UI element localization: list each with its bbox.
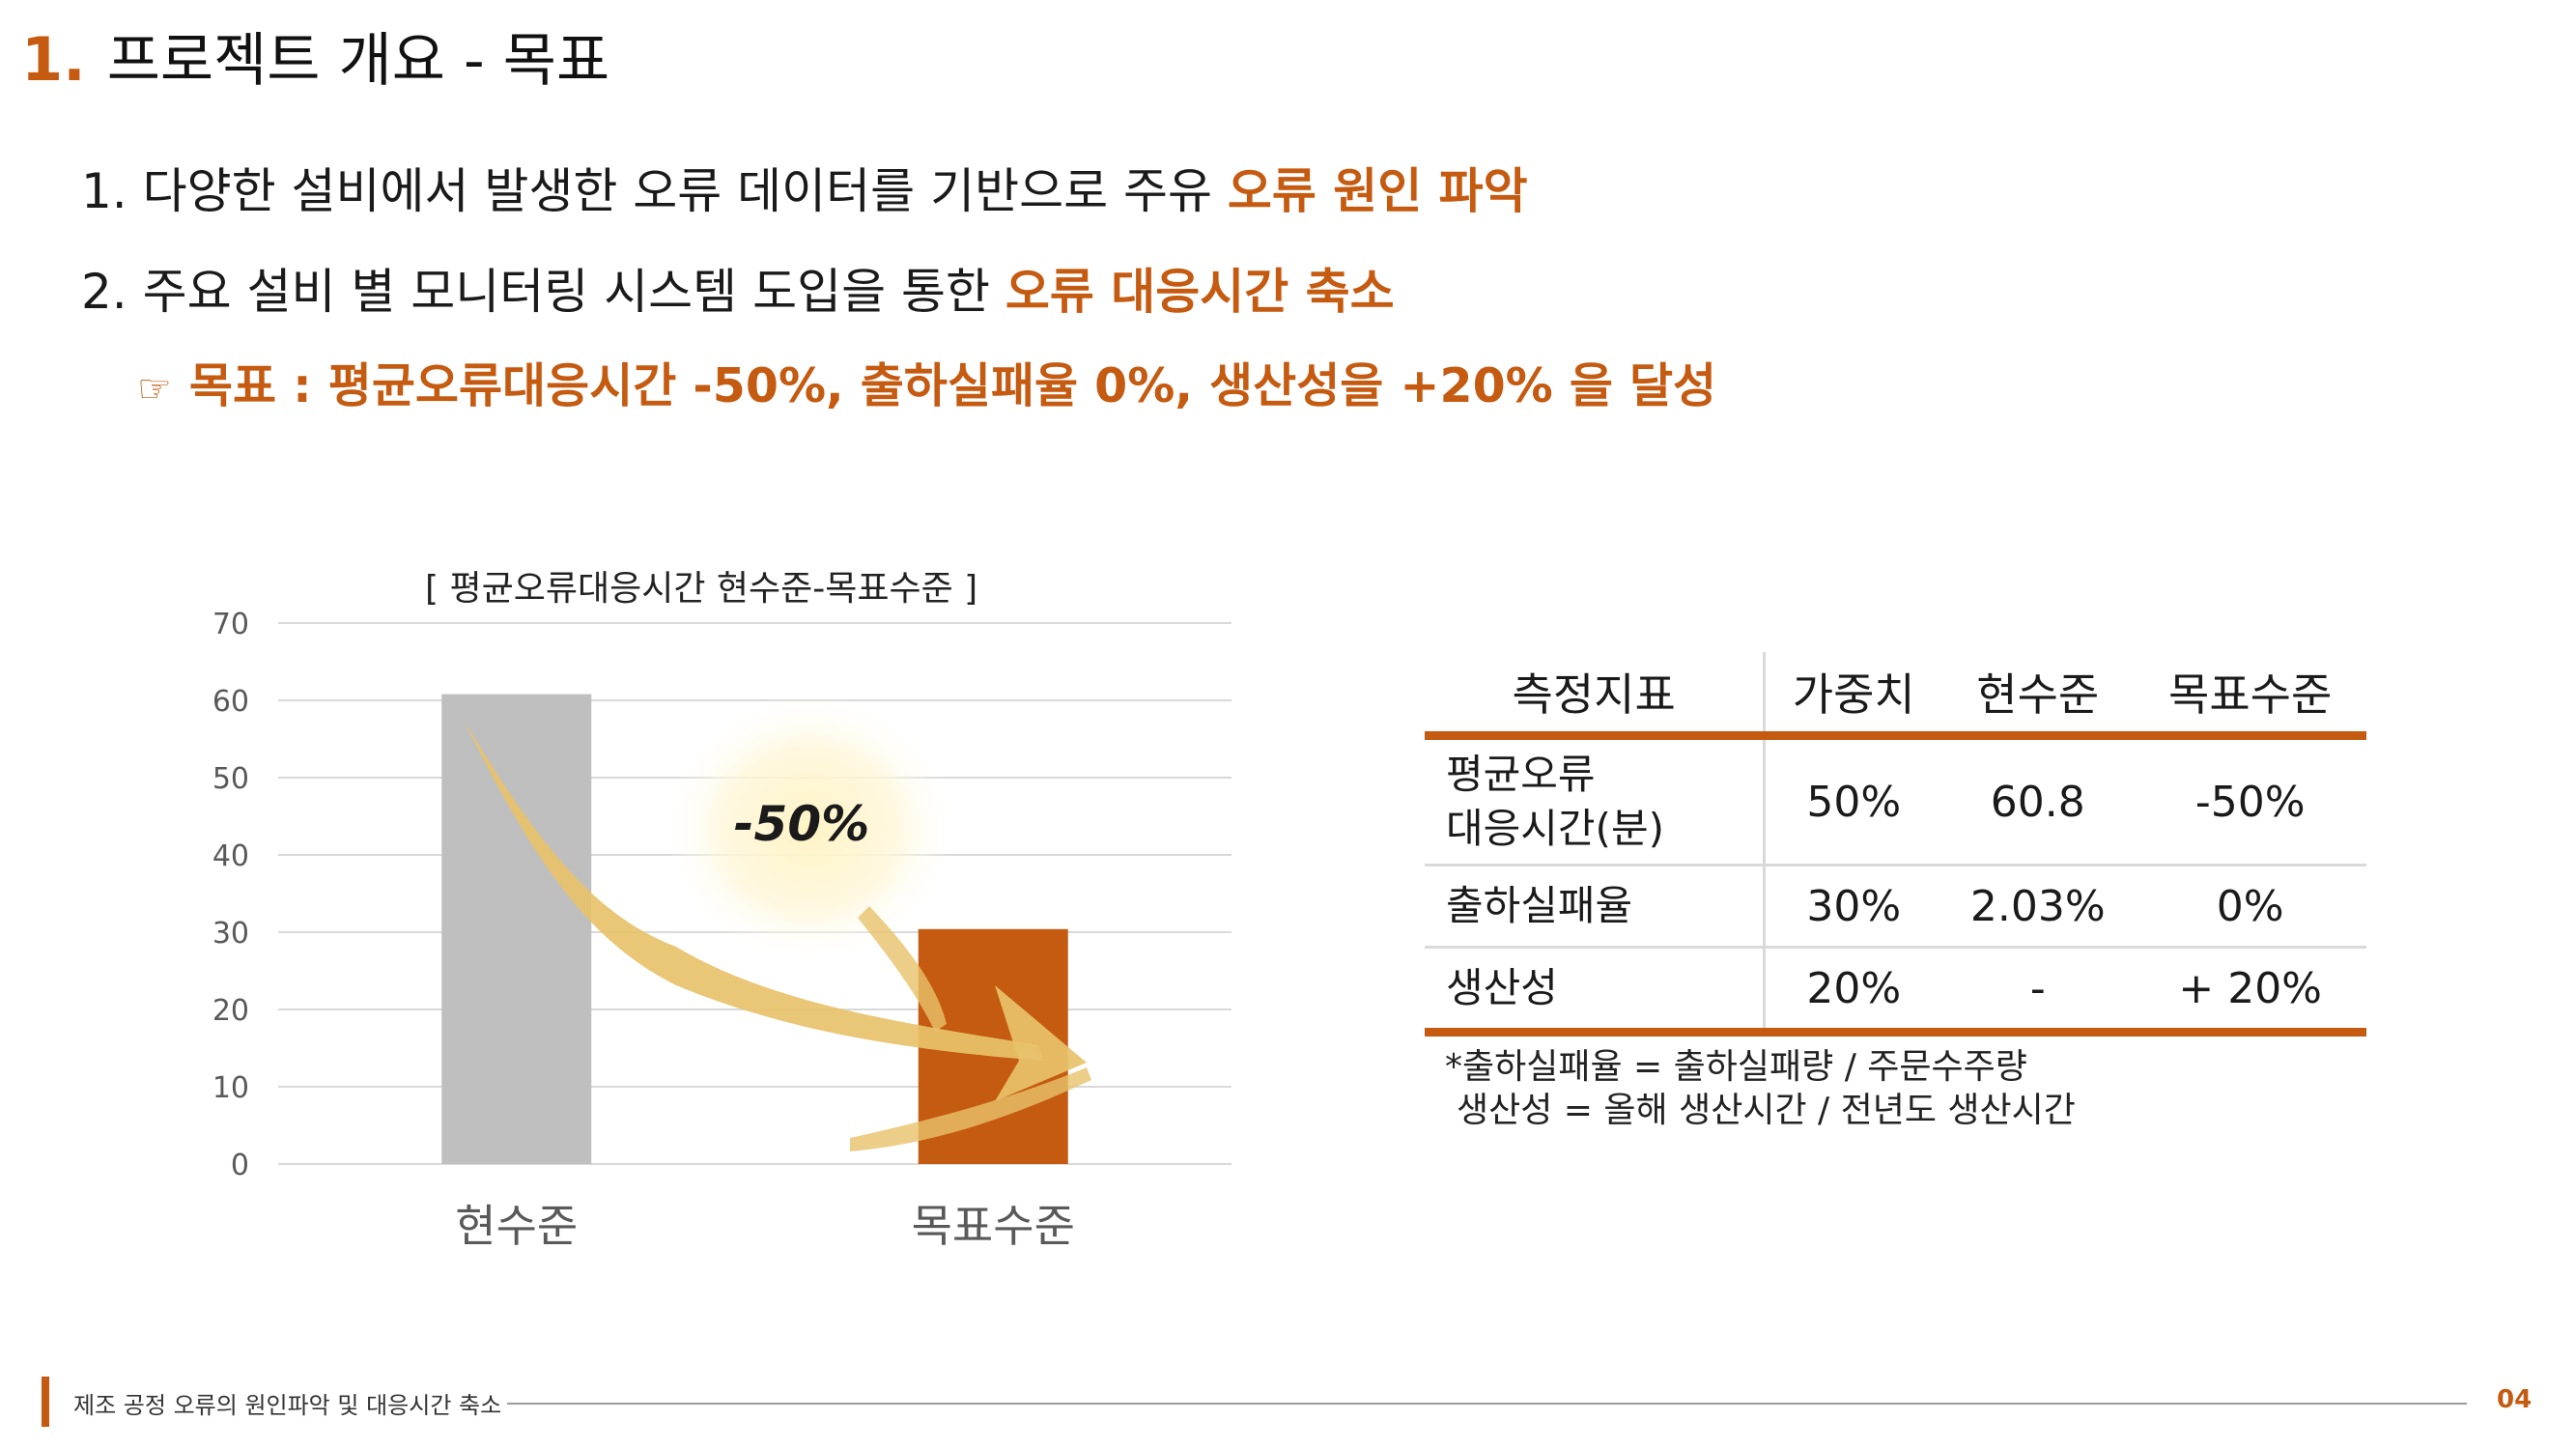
title-text: 프로젝트 개요 - 목표 (106, 27, 610, 95)
metric-cell: 평균오류 대응시간(분) (1425, 735, 1767, 867)
footer-accent-bar (42, 1377, 49, 1427)
goal-2-highlight: 오류 대응시간 축소 (1005, 264, 1395, 320)
target-statement: ☞ 목표 : 평균오류대응시간 -50%, 출하실패율 0%, 생산성을 +20%… (137, 348, 1716, 416)
y-tick-label: 70 (212, 608, 249, 641)
target-text: 목표 : 평균오류대응시간 -50%, 출하실패율 0%, 생산성을 +20% … (188, 358, 1717, 413)
table-header-row: 측정지표 가중치 현수준 목표수준 (1425, 652, 2366, 736)
y-tick-label: 0 (231, 1149, 249, 1182)
metric-line: 평균오류 (1446, 751, 1596, 798)
metric-cell: 생산성 (1425, 947, 1767, 1037)
page-number: 04 (2497, 1385, 2533, 1414)
metric-cell: 출하실패율 (1425, 865, 1767, 949)
pointing-hand-icon: ☞ (137, 367, 172, 412)
current-cell: 2.03% (1941, 865, 2135, 949)
formula-note-2: 생산성 = 올해 생산시간 / 전년도 생산시간 (1457, 1091, 2076, 1130)
current-cell: 60.8 (1941, 735, 2135, 867)
y-tick-label: 60 (212, 685, 249, 719)
x-tick-label: 목표수준 (912, 1200, 1075, 1252)
y-tick-label: 10 (212, 1071, 249, 1105)
goal-item-1: 1. 다양한 설비에서 발생한 오류 데이터를 기반으로 주유 오류 원인 파악 (81, 153, 1528, 222)
header-metric: 측정지표 (1425, 652, 1767, 736)
header-target: 목표수준 (2168, 668, 2333, 721)
x-tick-label: 현수준 (455, 1200, 578, 1252)
weight-cell: 50% (1764, 735, 1942, 867)
header-current: 현수준 (1976, 668, 2100, 721)
y-tick-label: 50 (212, 762, 249, 796)
goal-item-2: 2. 주요 설비 별 모니터링 시스템 도입을 통한 오류 대응시간 축소 (81, 253, 1395, 323)
bar-chart: -50% 0 10 20 30 40 50 60 70 현수준 목표수준 (212, 608, 1231, 1252)
header-weight: 가중치 (1792, 668, 1915, 721)
table-row: 평균오류 대응시간(분) 50% 60.8 -50% (1425, 735, 2366, 867)
table-row: 생산성 20% - + 20% (1425, 947, 2366, 1037)
footer-title: 제조 공정 오류의 원인파악 및 대응시간 축소 (73, 1386, 508, 1420)
metric-line: 대응시간(분) (1446, 805, 1664, 852)
bar-current (441, 694, 592, 1164)
target-cell: + 20% (2134, 947, 2366, 1037)
weight-cell: 30% (1764, 865, 1942, 949)
goal-2-text: 2. 주요 설비 별 모니터링 시스템 도입을 통한 (81, 264, 1005, 320)
goal-1-highlight: 오류 원인 파악 (1227, 163, 1528, 219)
current-cell: - (1941, 947, 2135, 1037)
y-tick-label: 30 (212, 917, 249, 951)
title-number: 1. (21, 24, 86, 95)
goal-1-text: 1. 다양한 설비에서 발생한 오류 데이터를 기반으로 주유 (81, 163, 1228, 219)
reduction-annotation: -50% (734, 796, 869, 852)
y-tick-label: 40 (212, 839, 249, 873)
y-tick-label: 20 (212, 994, 249, 1028)
table-row: 출하실패율 30% 2.03% 0% (1425, 865, 2366, 949)
slide-title: 1. 프로젝트 개요 - 목표 (21, 14, 609, 100)
kpi-table: 측정지표 가중치 현수준 목표수준 평균오류 대응시간(분) 50% 60.8 … (1425, 652, 2366, 1037)
target-cell: 0% (2134, 865, 2366, 949)
target-cell: -50% (2134, 735, 2366, 867)
weight-cell: 20% (1764, 947, 1942, 1037)
